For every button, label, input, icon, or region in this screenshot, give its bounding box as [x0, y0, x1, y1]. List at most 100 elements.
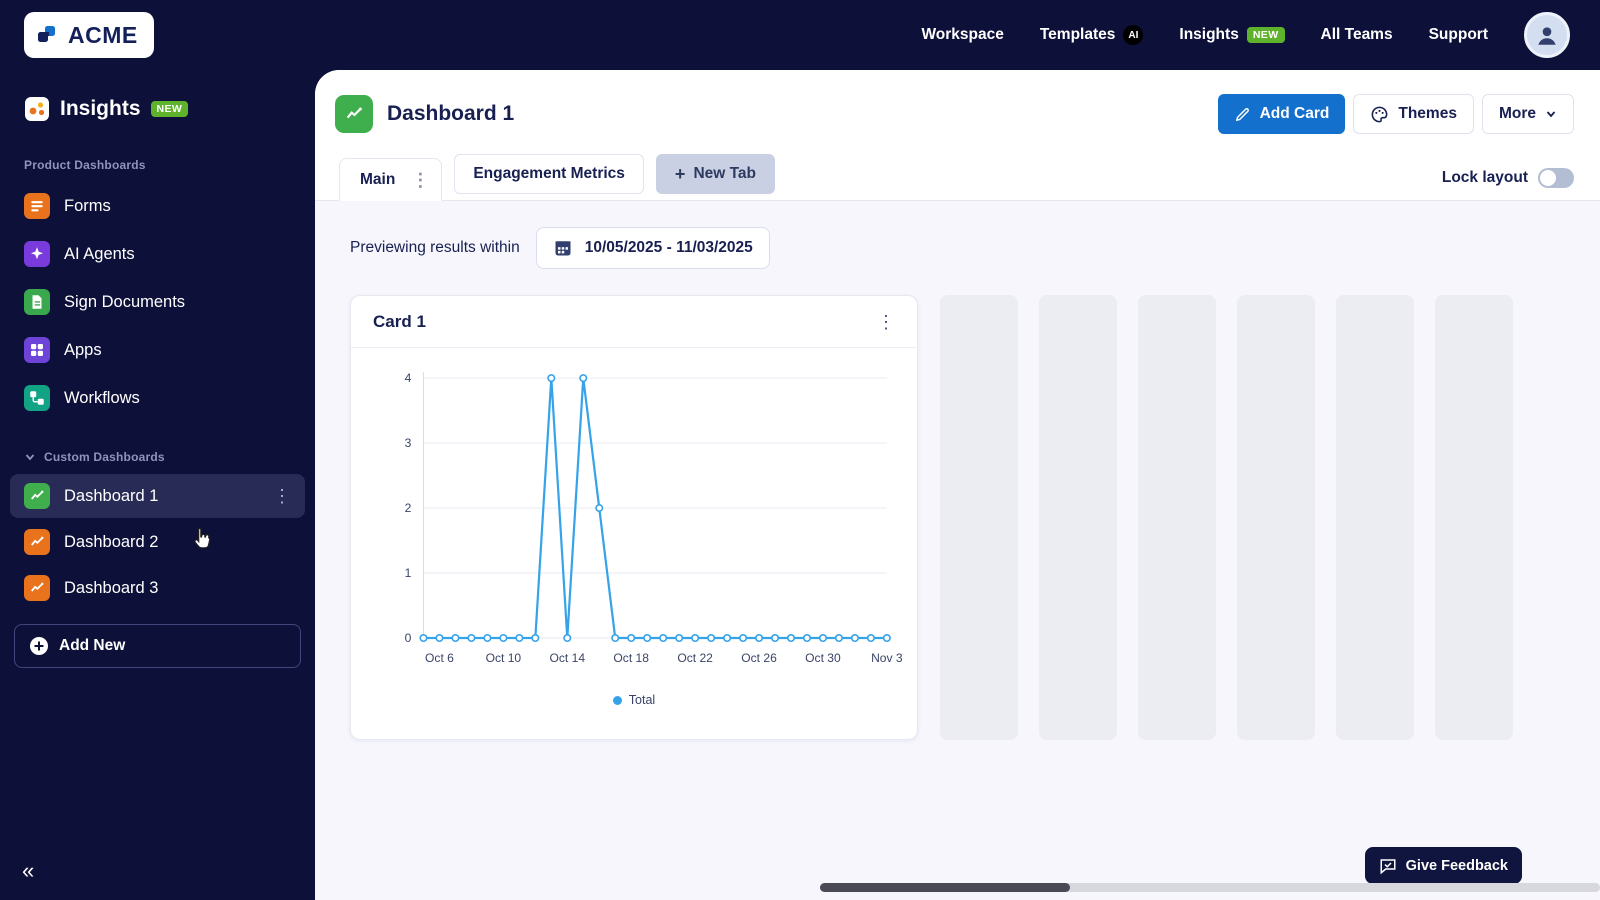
line-chart: 0 1 2 3 4 Oct 6 Oct 10 Oct 14 Oct 18 Oct 22 Oct 26… — [405, 371, 903, 665]
grid-column — [1336, 295, 1414, 740]
svg-text:Oct 14: Oct 14 — [549, 651, 585, 665]
tab-menu-button[interactable]: ⋮ — [411, 171, 429, 189]
acme-logo[interactable]: ACME — [24, 12, 154, 58]
svg-text:3: 3 — [405, 436, 412, 450]
palette-icon — [1372, 106, 1388, 122]
sidebar-item-forms[interactable]: Forms — [0, 182, 315, 230]
svg-text:0: 0 — [405, 631, 412, 645]
tab-main[interactable]: Main ⋮ — [339, 158, 443, 201]
svg-text:Oct 18: Oct 18 — [613, 651, 649, 665]
svg-text:Nov 3: Nov 3 — [871, 651, 903, 665]
section-custom-label: Custom Dashboards — [44, 450, 165, 464]
plus-icon: + — [674, 164, 686, 184]
dashboard-2-icon — [24, 529, 50, 555]
dashboard-1-icon — [24, 483, 50, 509]
add-new-dashboard-button[interactable]: Add New — [14, 624, 301, 668]
preview-label: Previewing results within — [350, 239, 520, 256]
sidebar-app-header: Insights NEW — [24, 96, 291, 122]
sign-documents-icon — [24, 289, 50, 315]
sidebar-item-dashboard-1[interactable]: Dashboard 1 ⋮ — [10, 474, 305, 518]
svg-text:Oct 26: Oct 26 — [741, 651, 777, 665]
nav-workspace-label: Workspace — [921, 26, 1004, 43]
pen-icon — [1235, 107, 1249, 121]
nav-support[interactable]: Support — [1429, 26, 1488, 44]
tab-engagement-metrics[interactable]: Engagement Metrics — [454, 154, 644, 194]
insights-app-icon — [25, 97, 49, 121]
sidebar-item-workflows[interactable]: Workflows — [0, 374, 315, 422]
dashboard-1-menu-button[interactable]: ⋮ — [273, 487, 291, 505]
user-avatar[interactable] — [1524, 12, 1570, 58]
tab-engagement-metrics-label: Engagement Metrics — [473, 165, 625, 182]
dashboard-tabs: Main ⋮ Engagement Metrics + New Tab Lock… — [315, 154, 1600, 201]
more-button[interactable]: More — [1481, 94, 1574, 134]
person-icon — [1538, 27, 1556, 45]
svg-text:Oct 30: Oct 30 — [805, 651, 841, 665]
forms-icon — [24, 193, 50, 219]
nav-templates[interactable]: Templates AI — [1040, 25, 1144, 45]
tab-main-label: Main — [360, 170, 396, 188]
preview-row: Previewing results within 10/05/2025 - 1… — [315, 201, 1600, 269]
grid-placeholder-columns — [940, 295, 1513, 740]
acme-logo-icon — [38, 26, 55, 42]
sidebar-app-title: Insights — [60, 97, 141, 120]
svg-text:Oct 6: Oct 6 — [425, 651, 454, 665]
nav-workspace[interactable]: Workspace — [921, 26, 1003, 44]
svg-text:Oct 22: Oct 22 — [677, 651, 713, 665]
chart-legend: Total — [351, 693, 917, 707]
nav-insights[interactable]: Insights NEW — [1179, 26, 1285, 44]
svg-text:1: 1 — [405, 566, 412, 580]
new-tab-button[interactable]: + New Tab — [655, 154, 776, 194]
give-feedback-label: Give Feedback — [1405, 857, 1508, 874]
grid-column — [1039, 295, 1117, 740]
card-1-menu-button[interactable]: ⋮ — [877, 313, 895, 331]
nav-support-label: Support — [1428, 26, 1488, 43]
legend-total-label: Total — [628, 693, 656, 708]
themes-button[interactable]: Themes — [1353, 94, 1474, 134]
horizontal-scrollbar-thumb[interactable] — [820, 883, 1070, 892]
sidebar-item-dashboard-2[interactable]: Dashboard 2 — [10, 520, 305, 564]
ai-badge: AI — [1123, 25, 1144, 45]
themes-label: Themes — [1398, 105, 1457, 122]
dashboard-3-icon — [24, 575, 50, 601]
sidebar-item-ai-agents[interactable]: AI Agents — [0, 230, 315, 278]
grid-column — [1237, 295, 1315, 740]
sidebar-item-ai-agents-label: AI Agents — [64, 244, 135, 263]
sidebar-collapse-button[interactable]: « — [22, 860, 34, 882]
app-screen: ACME Workspace Templates AI Insights NEW… — [0, 0, 1600, 900]
sidebar-item-workflows-label: Workflows — [64, 388, 140, 407]
toggle-knob — [1540, 170, 1556, 186]
nav-all-teams[interactable]: All Teams — [1321, 26, 1393, 44]
sidebar-item-dashboard-3[interactable]: Dashboard 3 — [10, 566, 305, 610]
nav-all-teams-label: All Teams — [1320, 26, 1393, 43]
date-range-picker[interactable]: 10/05/2025 - 11/03/2025 — [535, 227, 770, 269]
sidebar-item-apps[interactable]: Apps — [0, 326, 315, 374]
horizontal-scrollbar[interactable] — [820, 883, 1600, 892]
workflows-icon — [24, 385, 50, 411]
nav-insights-label: Insights — [1179, 26, 1239, 43]
give-feedback-button[interactable]: Give Feedback — [1364, 847, 1522, 884]
card-1-title: Card 1 — [373, 311, 426, 331]
grid-column — [940, 295, 1018, 740]
add-card-button[interactable]: Add Card — [1217, 94, 1346, 134]
top-navigation: ACME Workspace Templates AI Insights NEW… — [0, 0, 1600, 70]
grid-column — [1435, 295, 1513, 740]
sidebar-item-forms-label: Forms — [64, 196, 111, 215]
sidebar-item-sign-documents-label: Sign Documents — [64, 292, 186, 311]
chevron-down-icon — [1546, 111, 1556, 118]
sidebar-new-badge: NEW — [150, 100, 189, 118]
section-custom-dashboards[interactable]: Custom Dashboards — [24, 450, 291, 464]
lock-layout-label: Lock layout — [1441, 169, 1528, 186]
main-content: Dashboard 1 Add Card Themes More Main ⋮ … — [315, 70, 1600, 900]
lock-layout-toggle[interactable] — [1538, 168, 1574, 188]
lock-layout-control: Lock layout — [1442, 168, 1574, 188]
plus-circle-icon — [30, 637, 48, 655]
add-new-label: Add New — [59, 637, 126, 654]
card-1: Card 1 ⋮ 0 1 2 3 4 Oct 6 Oct 10 Oct 14 Oct 18 Oct… — [350, 295, 918, 740]
chevron-down-icon — [25, 454, 35, 461]
dashboard-header-area: Dashboard 1 Add Card Themes More Main ⋮ … — [315, 70, 1600, 201]
date-range-value: 10/05/2025 - 11/03/2025 — [584, 239, 753, 256]
sidebar-item-sign-documents[interactable]: Sign Documents — [0, 278, 315, 326]
chart-canvas: 0 1 2 3 4 Oct 6 Oct 10 Oct 14 Oct 18 Oct 22 Oct 26… — [351, 348, 917, 691]
sidebar: Insights NEW Product Dashboards Forms AI… — [0, 70, 315, 900]
brand-name: ACME — [68, 21, 138, 48]
